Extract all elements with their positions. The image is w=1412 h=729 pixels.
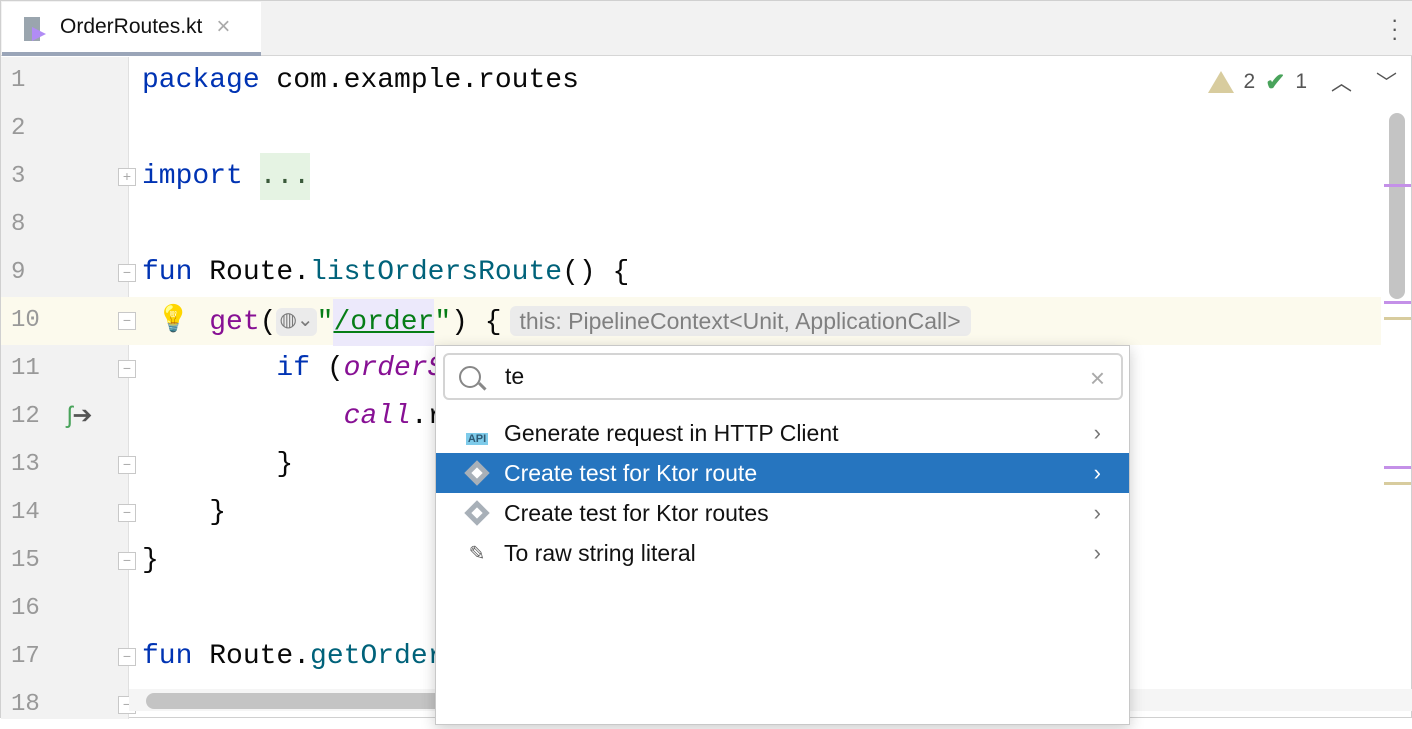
line-number: 3: [11, 153, 51, 201]
action-create-test-ktor-route[interactable]: Create test for Ktor route ›: [436, 453, 1129, 493]
line-number: 18: [11, 681, 51, 729]
line-number: 13: [11, 441, 51, 489]
code-text[interactable]: if (orderS: [142, 345, 444, 393]
folded-imports[interactable]: ...: [260, 153, 310, 200]
intention-actions-popup: te × API Generate request in HTTP Client…: [435, 345, 1130, 725]
line-number: 10: [11, 297, 51, 345]
action-label: To raw string literal: [504, 540, 696, 567]
close-tab-icon[interactable]: ×: [216, 13, 230, 41]
line-number: 16: [11, 585, 51, 633]
inlay-type-hint: this: PipelineContext<Unit, ApplicationC…: [510, 306, 971, 336]
error-stripe-mark[interactable]: [1384, 482, 1411, 485]
horizontal-scrollbar[interactable]: [146, 693, 446, 709]
line-number: 2: [11, 105, 51, 153]
ktor-icon: [462, 460, 492, 486]
submenu-arrow-icon: ›: [1094, 500, 1101, 526]
line-number: 1: [11, 57, 51, 105]
vertical-scrollbar[interactable]: [1389, 113, 1405, 299]
line-number: 14: [11, 489, 51, 537]
fold-toggle-icon[interactable]: +: [118, 168, 136, 186]
editor-tab-bar: OrderRoutes.kt × ···: [1, 1, 1412, 56]
submenu-arrow-icon: ›: [1094, 420, 1101, 446]
fold-toggle-icon[interactable]: −: [118, 648, 136, 666]
error-stripe-mark[interactable]: [1384, 184, 1411, 187]
code-text[interactable]: import ...: [142, 153, 310, 201]
line-number: 12: [11, 393, 51, 441]
code-text[interactable]: }: [142, 489, 226, 537]
search-icon: [459, 366, 481, 388]
line-number: 17: [11, 633, 51, 681]
fold-toggle-icon[interactable]: −: [118, 360, 136, 378]
submenu-arrow-icon: ›: [1094, 540, 1101, 566]
code-line[interactable]: 1 package com.example.routes: [1, 57, 1381, 105]
action-label: Create test for Ktor route: [504, 460, 757, 487]
search-input[interactable]: te: [505, 363, 524, 390]
popup-search-field[interactable]: te ×: [443, 353, 1123, 400]
action-generate-http-request[interactable]: API Generate request in HTTP Client ›: [436, 413, 1129, 453]
code-line[interactable]: 3 + import ...: [1, 153, 1381, 201]
action-to-raw-string[interactable]: ✎ To raw string literal ›: [436, 533, 1129, 573]
action-label: Generate request in HTTP Client: [504, 420, 839, 447]
action-label: Create test for Ktor routes: [504, 500, 769, 527]
code-text[interactable]: }: [142, 441, 293, 489]
fold-toggle-icon[interactable]: −: [118, 456, 136, 474]
code-text[interactable]: package com.example.routes: [142, 57, 579, 105]
code-line[interactable]: 10−💡 get(◍⌄"/order") {this: PipelineCont…: [1, 297, 1381, 345]
globe-inlay-icon[interactable]: ◍⌄: [276, 308, 316, 336]
code-line[interactable]: 9 −fun Route.listOrdersRoute() {: [1, 249, 1381, 297]
error-stripe-mark[interactable]: [1384, 466, 1411, 469]
code-text[interactable]: fun Route.listOrdersRoute() {: [142, 249, 629, 297]
action-create-test-ktor-routes[interactable]: Create test for Ktor routes ›: [436, 493, 1129, 533]
code-text[interactable]: fun Route.getOrder: [142, 633, 444, 681]
line-number: 11: [11, 345, 51, 393]
fold-toggle-icon[interactable]: −: [118, 552, 136, 570]
fold-toggle-icon[interactable]: −: [118, 504, 136, 522]
line-number: 9: [11, 249, 51, 297]
line-number: 15: [11, 537, 51, 585]
fold-toggle-icon[interactable]: −: [118, 264, 136, 282]
tab-orderroutes-kt[interactable]: OrderRoutes.kt ×: [2, 2, 261, 56]
code-text[interactable]: call.r: [142, 393, 444, 441]
code-line[interactable]: 8: [1, 201, 1381, 249]
error-stripe-mark[interactable]: [1384, 317, 1411, 320]
more-options-icon[interactable]: ···: [1391, 15, 1397, 42]
fold-toggle-icon[interactable]: −: [118, 312, 136, 330]
clear-search-icon[interactable]: ×: [1090, 363, 1105, 394]
ktor-endpoint-gutter-icon[interactable]: ʃ➔: [67, 401, 92, 430]
tab-label: OrderRoutes.kt: [60, 15, 202, 39]
kotlin-file-icon: [24, 13, 50, 41]
code-text[interactable]: }: [142, 537, 159, 585]
ktor-icon: [462, 500, 492, 526]
code-text[interactable]: get(◍⌄"/order") {this: PipelineContext<U…: [142, 297, 971, 347]
line-number: 8: [11, 201, 51, 249]
edit-icon: ✎: [462, 540, 492, 566]
submenu-arrow-icon: ›: [1094, 460, 1101, 486]
error-stripe-mark[interactable]: [1384, 301, 1411, 304]
api-icon: API: [462, 420, 492, 446]
code-line[interactable]: 2: [1, 105, 1381, 153]
